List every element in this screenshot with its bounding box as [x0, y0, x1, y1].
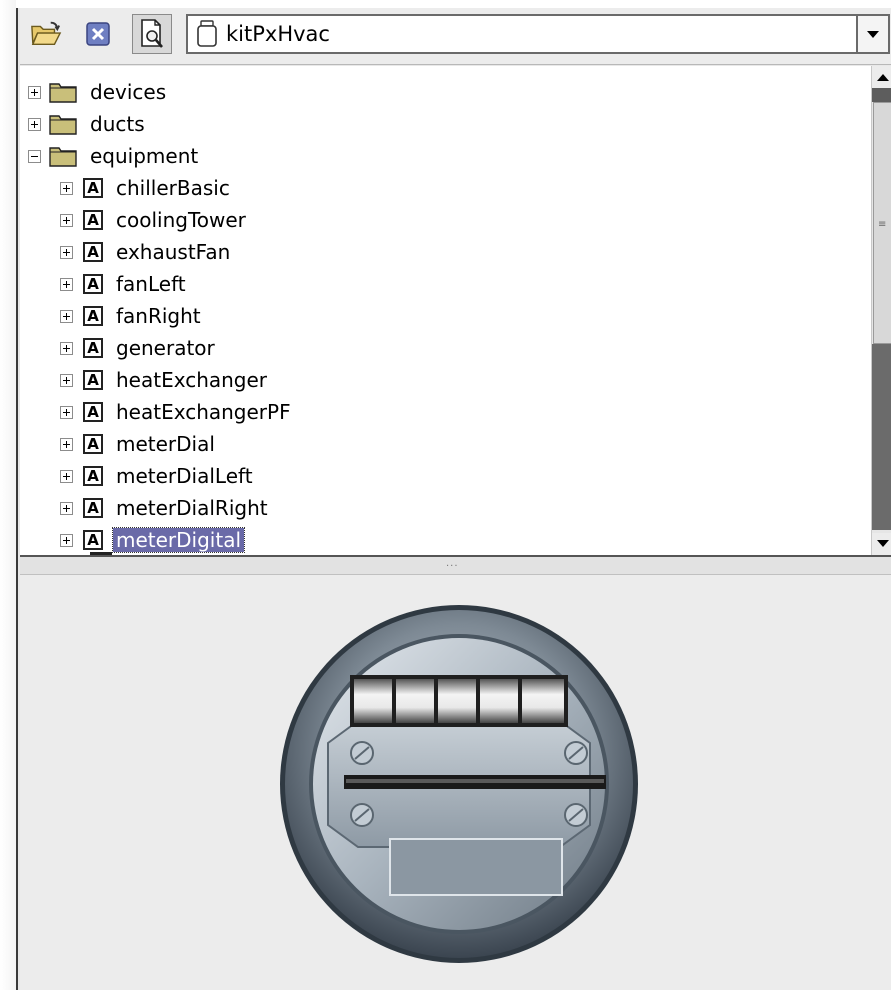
tree-item-label: chillerBasic	[116, 176, 230, 200]
jar-icon	[197, 20, 217, 47]
tree-item-heatExchangerPF[interactable]: A heatExchangerPF	[60, 396, 294, 428]
background-edge	[0, 0, 16, 990]
tree-folder-label: ducts	[90, 112, 145, 136]
close-button[interactable]	[82, 18, 114, 50]
component-icon: A	[83, 306, 103, 326]
find-document-icon	[141, 19, 163, 48]
tree-folder-label: equipment	[90, 144, 199, 168]
chevron-down-icon	[867, 30, 879, 38]
tree-item-chillerBasic[interactable]: A chillerBasic	[60, 172, 233, 204]
scroll-down-button[interactable]	[872, 533, 891, 555]
find-button[interactable]	[132, 14, 172, 54]
tree-item-meterDial[interactable]: A meterDial	[60, 428, 218, 460]
scroll-track-upper[interactable]	[872, 88, 891, 102]
split-pane-divider[interactable]: ···	[20, 555, 891, 575]
expand-icon[interactable]	[60, 501, 73, 515]
expand-icon[interactable]	[60, 469, 73, 483]
tree-item-label: heatExchanger	[116, 368, 268, 392]
expand-icon[interactable]	[60, 245, 73, 259]
folder-icon	[49, 147, 77, 167]
palette-panel: kitPxHvac devices ducts equipment A chil…	[16, 8, 891, 990]
folder-icon	[49, 115, 77, 135]
tree-item-label-selected: meterDigital	[111, 527, 246, 553]
tree-item-fanRight[interactable]: A fanRight	[60, 300, 204, 332]
expand-icon[interactable]	[60, 309, 73, 323]
tree-item-heatExchanger[interactable]: A heatExchanger	[60, 364, 270, 396]
arrow-up-icon	[877, 74, 889, 81]
tree-item-label: generator	[116, 336, 215, 360]
splitter-grip-icon: ···	[446, 561, 459, 572]
module-select[interactable]: kitPxHvac	[186, 14, 890, 54]
open-folder-button[interactable]	[30, 18, 62, 50]
component-icon: A	[83, 402, 103, 422]
scroll-track-lower[interactable]	[872, 344, 891, 530]
expand-icon[interactable]	[60, 341, 73, 355]
expand-icon[interactable]	[28, 85, 41, 99]
component-icon: A	[83, 466, 103, 486]
tree-item-label: heatExchangerPF	[116, 400, 291, 424]
dropdown-arrow-button[interactable]	[856, 16, 888, 52]
tree-item-generator[interactable]: A generator	[60, 332, 218, 364]
component-icon: A	[83, 274, 103, 294]
tree-vertical-scrollbar[interactable]: ≡	[871, 66, 891, 555]
palette-tree: devices ducts equipment A chillerBasic A…	[20, 66, 871, 555]
component-icon: A	[83, 434, 103, 454]
module-select-value: kitPxHvac	[226, 22, 330, 46]
component-icon: A	[83, 178, 103, 198]
expand-icon[interactable]	[60, 373, 73, 387]
component-icon: A	[83, 242, 103, 262]
tree-item-coolingTower[interactable]: A coolingTower	[60, 204, 249, 236]
scroll-up-button[interactable]	[872, 66, 891, 88]
tree-item-label: exhaustFan	[116, 240, 231, 264]
expand-icon[interactable]	[60, 277, 73, 291]
preview-pane	[20, 575, 891, 990]
close-icon	[86, 22, 110, 46]
arrow-down-icon	[877, 540, 889, 547]
expand-icon[interactable]	[60, 533, 73, 547]
expand-icon[interactable]	[28, 117, 41, 131]
tree-item-exhaustFan[interactable]: A exhaustFan	[60, 236, 233, 268]
tree-item-meterDialRight[interactable]: A meterDialRight	[60, 492, 271, 524]
digit-drums	[350, 675, 568, 727]
toolbar: kitPxHvac	[20, 8, 891, 65]
tree-folder-devices[interactable]: devices	[28, 76, 169, 108]
tree-item-label: fanRight	[116, 304, 201, 328]
tree-item-label: meterDial	[116, 432, 215, 456]
tree-folder-equipment[interactable]: equipment	[28, 140, 201, 172]
tree-folder-ducts[interactable]: ducts	[28, 108, 148, 140]
component-icon: A	[83, 530, 103, 550]
tree-item-meterDialLeft[interactable]: A meterDialLeft	[60, 460, 256, 492]
collapse-icon[interactable]	[28, 149, 41, 163]
component-icon: A	[83, 210, 103, 230]
tree-item-label: fanLeft	[116, 272, 186, 296]
tree-folder-label: devices	[90, 80, 167, 104]
scroll-thumb[interactable]: ≡	[873, 102, 891, 344]
grip-icon: ≡	[878, 219, 887, 230]
expand-icon[interactable]	[60, 213, 73, 227]
tree-item-label: meterDialLeft	[116, 464, 253, 488]
tree-item-fanLeft[interactable]: A fanLeft	[60, 268, 189, 300]
open-folder-icon	[31, 21, 62, 46]
component-icon: A	[83, 498, 103, 518]
tree-item-label: coolingTower	[116, 208, 246, 232]
component-icon: A	[83, 338, 103, 358]
expand-icon[interactable]	[60, 405, 73, 419]
tree-item-meterDigital[interactable]: A meterDigital	[60, 524, 246, 555]
component-icon: A	[83, 370, 103, 390]
expand-icon[interactable]	[60, 437, 73, 451]
tree-item-label: meterDialRight	[116, 496, 268, 520]
folder-icon	[49, 83, 77, 103]
digital-meter-image	[280, 605, 638, 963]
expand-icon[interactable]	[60, 181, 73, 195]
